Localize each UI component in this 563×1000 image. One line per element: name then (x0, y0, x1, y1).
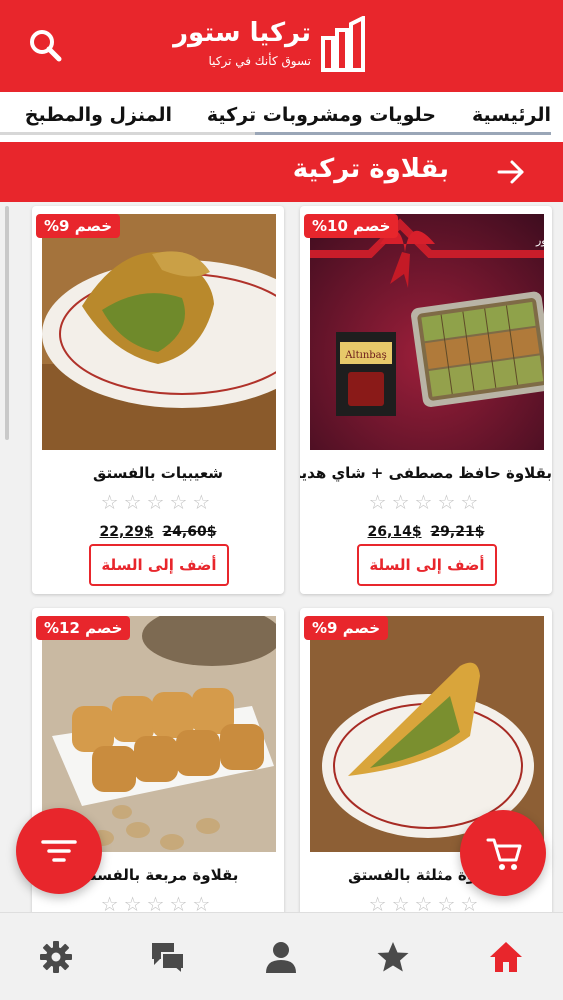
category-scroll-track (0, 132, 255, 135)
filter-button[interactable] (16, 808, 102, 894)
category-scroll-indicator (255, 132, 551, 135)
user-icon (266, 942, 296, 973)
product-name[interactable]: شعيبيات بالفستق (32, 464, 284, 482)
bottom-nav (0, 912, 563, 1000)
cart-button[interactable] (460, 810, 546, 896)
section-header: بقلاوة تركية (0, 142, 563, 202)
logo-mark-icon (321, 16, 365, 72)
nav-favorites[interactable] (375, 939, 411, 975)
category-tab-sweets[interactable]: حلويات ومشروبات تركية (207, 104, 436, 126)
price-old: 24,60$ (162, 524, 217, 540)
price-new: 26,14$ (367, 524, 422, 540)
gear-icon (40, 941, 72, 973)
logo-title: تركيا ستور (173, 18, 311, 48)
back-button[interactable] (495, 156, 527, 188)
app: تركيا ستور تسوق كأنك في تركيا الرئيسية ح… (0, 0, 563, 1000)
category-tab-home[interactable]: الرئيسية (472, 104, 551, 126)
nav-home[interactable] (488, 939, 524, 975)
product-price: 22,29$ 24,60$ (32, 524, 284, 540)
discount-badge: خصم 9% (36, 214, 121, 238)
discount-badge: خصم 10% (304, 214, 399, 238)
home-icon (490, 942, 522, 972)
rating-stars[interactable]: ☆☆☆☆☆ (300, 490, 552, 514)
search-icon (30, 30, 62, 62)
product-package-label: Altınbaş (344, 350, 387, 361)
price-old: 29,21$ (430, 524, 485, 540)
category-tab-home-kitchen[interactable]: المنزل والمطبخ (25, 104, 172, 126)
star-icon (377, 942, 409, 972)
app-header: تركيا ستور تسوق كأنك في تركيا (0, 0, 563, 92)
product-card[interactable]: Altınbaş هدية تركيا ستور خصم 10% بقلاوة … (300, 206, 552, 594)
search-button[interactable] (26, 26, 66, 66)
product-image[interactable]: Altınbaş هدية تركيا ستور (310, 214, 544, 450)
store-logo[interactable]: تركيا ستور تسوق كأنك في تركيا (173, 14, 371, 78)
discount-badge: خصم 9% (304, 616, 389, 640)
rating-stars[interactable]: ☆☆☆☆☆ (32, 490, 284, 514)
product-card[interactable]: خصم 9% شعيبيات بالفستق ☆☆☆☆☆ 22,29$ 24,6… (32, 206, 284, 594)
add-to-cart-button[interactable]: أضف إلى السلة (89, 544, 229, 586)
logo-tagline: تسوق كأنك في تركيا (208, 54, 311, 68)
section-title: بقلاوة تركية (292, 154, 449, 184)
filter-icon (41, 840, 77, 862)
discount-badge: خصم 12% (36, 616, 131, 640)
product-image[interactable] (42, 214, 276, 450)
nav-messages[interactable] (150, 939, 186, 977)
arrow-right-icon (497, 160, 524, 184)
scrollbar[interactable] (5, 206, 9, 440)
cart-icon (486, 838, 522, 870)
price-new: 22,29$ (99, 524, 154, 540)
nav-profile[interactable] (263, 939, 299, 975)
product-price: 26,14$ 29,21$ (300, 524, 552, 540)
product-name[interactable]: بقلاوة حافظ مصطفى + شاي هدية (300, 464, 552, 482)
product-image-caption: هدية تركيا ستور (535, 234, 544, 247)
nav-settings[interactable] (38, 939, 74, 975)
chat-icon (152, 943, 185, 977)
add-to-cart-button[interactable]: أضف إلى السلة (357, 544, 497, 586)
